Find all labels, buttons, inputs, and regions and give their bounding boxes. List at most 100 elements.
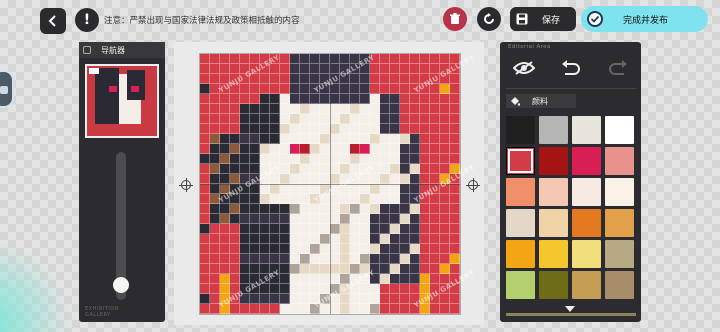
pixel-cell[interactable]: [270, 104, 280, 114]
pixel-cell[interactable]: [290, 144, 300, 154]
pixel-cell[interactable]: [330, 104, 340, 114]
pixel-cell[interactable]: [350, 244, 360, 254]
pixel-cell[interactable]: [440, 134, 450, 144]
pixel-cell[interactable]: [240, 264, 250, 274]
pixel-cell[interactable]: [400, 304, 410, 314]
pixel-cell[interactable]: [330, 274, 340, 284]
pixel-cell[interactable]: [280, 214, 290, 224]
pixel-cell[interactable]: [220, 154, 230, 164]
pixel-cell[interactable]: [420, 124, 430, 134]
pixel-cell[interactable]: [380, 234, 390, 244]
pixel-cell[interactable]: [200, 154, 210, 164]
pixel-cell[interactable]: [360, 114, 370, 124]
pixel-cell[interactable]: [210, 204, 220, 214]
pixel-cell[interactable]: [350, 264, 360, 274]
pixel-cell[interactable]: [370, 64, 380, 74]
pixel-cell[interactable]: [320, 224, 330, 234]
pixel-cell[interactable]: [370, 304, 380, 314]
pixel-cell[interactable]: [220, 224, 230, 234]
pixel-cell[interactable]: [320, 274, 330, 284]
pixel-cell[interactable]: [400, 254, 410, 264]
pixel-cell[interactable]: [310, 74, 320, 84]
pixel-cell[interactable]: [280, 74, 290, 84]
pixel-cell[interactable]: [370, 104, 380, 114]
pixel-cell[interactable]: [390, 274, 400, 284]
pixel-cell[interactable]: [410, 184, 420, 194]
pixel-cell[interactable]: [330, 304, 340, 314]
pixel-cell[interactable]: [270, 214, 280, 224]
pixel-cell[interactable]: [240, 194, 250, 204]
color-swatch[interactable]: [605, 116, 634, 144]
pixel-cell[interactable]: [380, 284, 390, 294]
pixel-cell[interactable]: [380, 114, 390, 124]
pixel-cell[interactable]: [290, 264, 300, 274]
pixel-cell[interactable]: [230, 234, 240, 244]
pixel-cell[interactable]: [420, 254, 430, 264]
color-swatch[interactable]: [572, 240, 601, 268]
pixel-cell[interactable]: [250, 134, 260, 144]
pixel-cell[interactable]: [280, 144, 290, 154]
pixel-cell[interactable]: [420, 134, 430, 144]
pixel-cell[interactable]: [280, 184, 290, 194]
pixel-cell[interactable]: [440, 244, 450, 254]
pixel-cell[interactable]: [400, 84, 410, 94]
pixel-cell[interactable]: [270, 134, 280, 144]
pixel-cell[interactable]: [200, 104, 210, 114]
pixel-cell[interactable]: [400, 194, 410, 204]
pixel-cell[interactable]: [320, 134, 330, 144]
pixel-cell[interactable]: [450, 254, 460, 264]
pixel-cell[interactable]: [260, 154, 270, 164]
pixel-cell[interactable]: [290, 214, 300, 224]
pixel-cell[interactable]: [250, 294, 260, 304]
pixel-cell[interactable]: [360, 224, 370, 234]
pixel-cell[interactable]: [220, 134, 230, 144]
pixel-cell[interactable]: [400, 204, 410, 214]
pixel-cell[interactable]: [420, 164, 430, 174]
pixel-cell[interactable]: [260, 214, 270, 224]
pixel-cell[interactable]: [370, 174, 380, 184]
pixel-cell[interactable]: [250, 204, 260, 214]
pixel-cell[interactable]: [200, 284, 210, 294]
pixel-cell[interactable]: [280, 254, 290, 264]
pixel-cell[interactable]: [310, 104, 320, 114]
pixel-cell[interactable]: [440, 224, 450, 234]
pixel-cell[interactable]: [400, 154, 410, 164]
pixel-cell[interactable]: [300, 224, 310, 234]
pixel-cell[interactable]: [390, 134, 400, 144]
pixel-cell[interactable]: [240, 214, 250, 224]
finish-publish-button[interactable]: 完成并发布: [581, 6, 708, 32]
pixel-cell[interactable]: [410, 234, 420, 244]
pixel-cell[interactable]: [240, 54, 250, 64]
pixel-cell[interactable]: [300, 294, 310, 304]
pixel-cell[interactable]: [280, 224, 290, 234]
pixel-cell[interactable]: [360, 254, 370, 264]
pixel-cell[interactable]: [380, 154, 390, 164]
pixel-cell[interactable]: [340, 234, 350, 244]
pixel-cell[interactable]: [440, 154, 450, 164]
pixel-cell[interactable]: [430, 264, 440, 274]
floating-side-tab[interactable]: [0, 70, 14, 108]
pixel-cell[interactable]: [440, 164, 450, 174]
pixel-cell[interactable]: [310, 164, 320, 174]
pixel-cell[interactable]: [290, 84, 300, 94]
pixel-cell[interactable]: [240, 144, 250, 154]
color-swatch[interactable]: [539, 178, 568, 206]
refresh-button[interactable]: [477, 7, 501, 31]
pixel-cell[interactable]: [390, 54, 400, 64]
pixel-cell[interactable]: [220, 64, 230, 74]
pixel-cell[interactable]: [440, 124, 450, 134]
pixel-cell[interactable]: [350, 234, 360, 244]
pixel-cell[interactable]: [380, 164, 390, 174]
pixel-cell[interactable]: [350, 94, 360, 104]
pixel-cell[interactable]: [220, 94, 230, 104]
pixel-cell[interactable]: [370, 194, 380, 204]
pixel-cell[interactable]: [320, 164, 330, 174]
pixel-cell[interactable]: [400, 104, 410, 114]
pixel-cell[interactable]: [260, 244, 270, 254]
pixel-cell[interactable]: [320, 204, 330, 214]
pixel-cell[interactable]: [310, 234, 320, 244]
pixel-cell[interactable]: [350, 144, 360, 154]
pixel-cell[interactable]: [380, 74, 390, 84]
pixel-cell[interactable]: [210, 54, 220, 64]
pixel-cell[interactable]: [250, 264, 260, 274]
